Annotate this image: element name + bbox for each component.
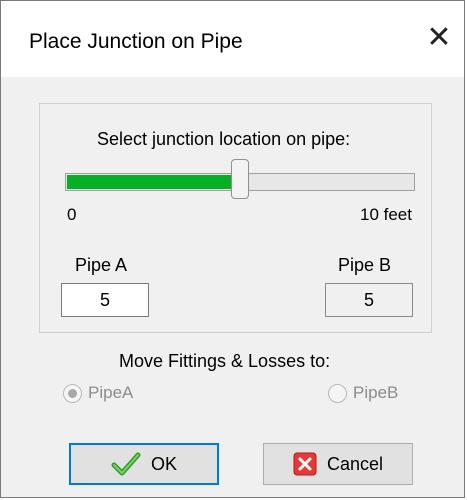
checkmark-icon	[111, 452, 141, 476]
move-fittings-label: Move Fittings & Losses to:	[119, 351, 331, 371]
slider-min-label: 0	[67, 205, 77, 224]
pipe-b-length-field: 5	[325, 283, 413, 317]
radio-pipe-b: PipeB	[328, 383, 398, 403]
cancel-x-icon	[293, 452, 317, 476]
dialog-title: Place Junction on Pipe	[29, 30, 243, 53]
cancel-button[interactable]: Cancel	[263, 443, 413, 485]
pipe-a-length-field[interactable]: 5	[61, 283, 149, 317]
ok-button-label: OK	[150, 453, 177, 474]
slider-thumb[interactable]	[231, 159, 249, 199]
radio-pipe-b-label: PipeB	[353, 383, 399, 402]
place-junction-dialog: Place Junction on Pipe ✕ Select junction…	[0, 0, 465, 498]
ok-button[interactable]: OK	[69, 443, 219, 485]
pipe-a-label: Pipe A	[75, 255, 128, 275]
radio-unselected-icon	[328, 383, 347, 403]
slider-max-label: 10 feet	[360, 205, 412, 224]
pipe-b-label: Pipe B	[338, 255, 392, 275]
slider-fill	[67, 175, 241, 189]
radio-pipe-a: PipeA	[63, 383, 133, 403]
close-icon[interactable]: ✕	[424, 20, 454, 55]
slider-label: Select junction location on pipe:	[97, 129, 351, 149]
cancel-button-label: Cancel	[326, 453, 384, 474]
radio-pipe-a-label: PipeA	[88, 383, 134, 402]
radio-selected-icon	[63, 383, 82, 403]
title-bar: Place Junction on Pipe ✕	[1, 1, 464, 77]
